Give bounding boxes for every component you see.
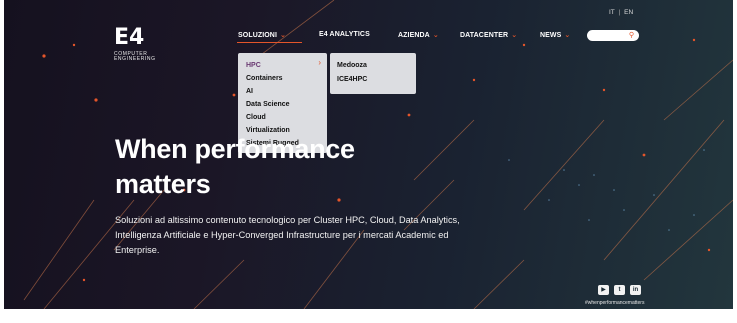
nav-e4-analytics-label: E4 ANALYTICS — [319, 31, 370, 38]
dropdown-item-hpc[interactable]: HPC — [246, 59, 327, 72]
nav-soluzioni-label: SOLUZIONI — [238, 32, 278, 39]
nav-e4-analytics[interactable]: E4 ANALYTICS — [319, 31, 370, 38]
dropdown-item-cloud[interactable]: Cloud — [246, 111, 327, 124]
lang-en[interactable]: EN — [624, 9, 633, 16]
dropdown-item-containers[interactable]: Containers — [246, 72, 327, 85]
nav-news[interactable]: NEWS ⌄ — [540, 31, 570, 39]
lang-sep: | — [618, 9, 621, 16]
nav-azienda-label: AZIENDA — [398, 32, 430, 39]
hero-subtitle: Soluzioni ad altissimo contenuto tecnolo… — [115, 215, 460, 255]
hero-title-line-2: matters — [115, 169, 211, 199]
nav-datacenter-label: DATACENTER — [460, 32, 509, 39]
logo[interactable]: E4 COMPUTER ENGINEERING — [114, 27, 156, 62]
chevron-down-icon: ⌄ — [511, 32, 518, 39]
nav-active-underline — [237, 42, 302, 43]
submenu-item-medooza[interactable]: Medooza — [337, 59, 416, 73]
chevron-down-icon: ⌄ — [564, 32, 571, 39]
chevron-down-icon: ⌄ — [280, 32, 286, 39]
nav-news-label: NEWS — [540, 32, 562, 39]
youtube-icon[interactable]: ▶ — [598, 285, 609, 295]
twitter-icon[interactable]: t — [614, 285, 625, 295]
search-icon[interactable]: ⚲ — [629, 31, 634, 40]
dropdown-item-data-science[interactable]: Data Science — [246, 98, 327, 111]
hpc-submenu: Medooza ICE4HPC — [330, 53, 416, 94]
logo-subtitle-2: ENGINEERING — [114, 56, 156, 62]
nav-soluzioni[interactable]: SOLUZIONI ⌄ — [238, 31, 286, 39]
language-switcher: IT | EN — [609, 9, 633, 16]
hero-title-line-1: When performance — [115, 134, 355, 164]
linkedin-icon[interactable]: in — [630, 285, 641, 295]
submenu-item-ice4hpc[interactable]: ICE4HPC — [337, 73, 416, 87]
nav-azienda[interactable]: AZIENDA ⌄ — [398, 31, 439, 39]
nav-datacenter[interactable]: DATACENTER ⌄ — [460, 31, 517, 39]
lang-it[interactable]: IT — [609, 9, 615, 16]
hashtag: #whenperformancematters — [585, 300, 645, 306]
dropdown-item-ai[interactable]: AI — [246, 85, 327, 98]
search-input[interactable]: ⚲ — [587, 30, 639, 41]
logo-mark: E4 — [114, 25, 145, 50]
hero-title: When performance matters — [115, 132, 355, 202]
chevron-right-icon: › — [318, 58, 321, 67]
chevron-down-icon: ⌄ — [432, 32, 439, 39]
